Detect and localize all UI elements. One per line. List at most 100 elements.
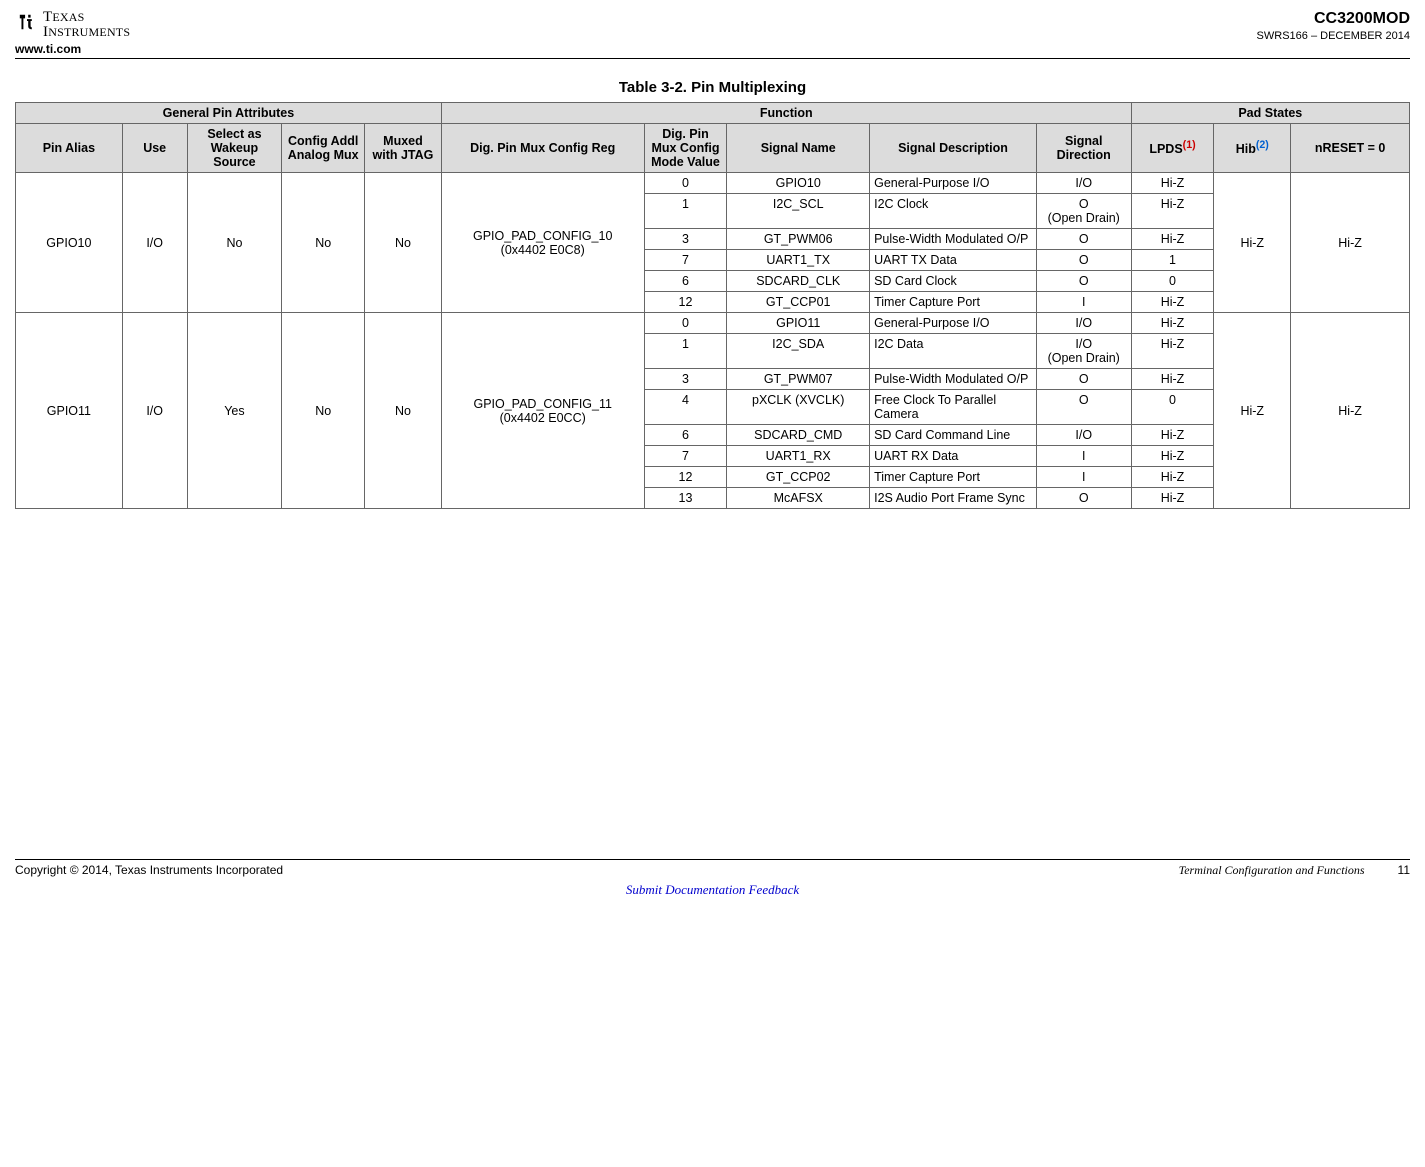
cell-pin-alias: GPIO11 [16,313,123,509]
cell-signal-desc: SD Card Clock [870,271,1037,292]
cell-signal-name: GT_CCP02 [727,467,870,488]
cell-mode-value: 0 [644,313,727,334]
col-config-addl: Config Addl Analog Mux [282,124,365,173]
table-title: Table 3-2. Pin Multiplexing [15,79,1410,96]
cell-lpds: Hi-Z [1131,334,1214,369]
header-group-function: Function [441,103,1131,124]
cell-signal-dir: I/O [1036,425,1131,446]
header-group-padstates: Pad States [1131,103,1409,124]
cell-signal-dir: O [1036,271,1131,292]
cell-lpds: Hi-Z [1131,369,1214,390]
cell-lpds: 1 [1131,250,1214,271]
col-wakeup: Select as Wakeup Source [187,124,282,173]
col-signal-dir: Signal Direction [1036,124,1131,173]
cell-signal-desc: I2C Clock [870,194,1037,229]
cell-config-reg: GPIO_PAD_CONFIG_11(0x4402 E0CC) [441,313,644,509]
header-group-general: General Pin Attributes [16,103,442,124]
cell-mode-value: 7 [644,250,727,271]
cell-muxed-jtag: No [365,313,442,509]
cell-lpds: 0 [1131,390,1214,425]
cell-signal-desc: Timer Capture Port [870,292,1037,313]
pin-mux-table: General Pin Attributes Function Pad Stat… [15,102,1410,509]
cell-signal-dir: O [1036,488,1131,509]
cell-signal-dir: O [1036,390,1131,425]
cell-signal-desc: Pulse-Width Modulated O/P [870,369,1037,390]
cell-signal-desc: I2C Data [870,334,1037,369]
cell-signal-name: SDCARD_CMD [727,425,870,446]
cell-lpds: Hi-Z [1131,313,1214,334]
col-lpds: LPDS(1) [1131,124,1214,173]
cell-signal-desc: I2S Audio Port Frame Sync [870,488,1037,509]
cell-signal-name: UART1_TX [727,250,870,271]
cell-signal-name: McAFSX [727,488,870,509]
cell-wakeup: No [187,173,282,313]
feedback-link[interactable]: Submit Documentation Feedback [15,882,1410,898]
page-header: TEXAS INSTRUMENTS www.ti.com CC3200MOD S… [15,10,1410,59]
part-info: CC3200MOD SWRS166 – DECEMBER 2014 [1257,10,1410,42]
ti-logo-block: TEXAS INSTRUMENTS www.ti.com [15,10,130,56]
cell-signal-name: pXCLK (XVCLK) [727,390,870,425]
footer-page-number: 11 [1398,863,1410,877]
cell-signal-name: I2C_SDA [727,334,870,369]
cell-use: I/O [122,173,187,313]
cell-mode-value: 1 [644,334,727,369]
cell-signal-dir: O [1036,250,1131,271]
cell-lpds: Hi-Z [1131,292,1214,313]
cell-signal-dir: I [1036,446,1131,467]
cell-signal-name: GPIO10 [727,173,870,194]
cell-lpds: Hi-Z [1131,488,1214,509]
col-config-reg: Dig. Pin Mux Config Reg [441,124,644,173]
cell-signal-desc: Free Clock To Parallel Camera [870,390,1037,425]
cell-signal-dir: O [1036,369,1131,390]
cell-hib: Hi-Z [1214,173,1291,313]
cell-nreset: Hi-Z [1291,173,1410,313]
cell-signal-dir: I [1036,467,1131,488]
cell-signal-dir: I [1036,292,1131,313]
cell-mode-value: 12 [644,467,727,488]
cell-wakeup: Yes [187,313,282,509]
cell-signal-desc: General-Purpose I/O [870,173,1037,194]
col-hib: Hib(2) [1214,124,1291,173]
cell-nreset: Hi-Z [1291,313,1410,509]
cell-muxed-jtag: No [365,173,442,313]
cell-lpds: Hi-Z [1131,229,1214,250]
cell-signal-name: GPIO11 [727,313,870,334]
footer-copyright: Copyright © 2014, Texas Instruments Inco… [15,863,283,878]
cell-mode-value: 12 [644,292,727,313]
cell-signal-name: GT_PWM07 [727,369,870,390]
footer-section: Terminal Configuration and Functions [1179,863,1365,877]
cell-signal-desc: SD Card Command Line [870,425,1037,446]
cell-signal-name: SDCARD_CLK [727,271,870,292]
cell-signal-desc: UART TX Data [870,250,1037,271]
cell-use: I/O [122,313,187,509]
cell-pin-alias: GPIO10 [16,173,123,313]
cell-signal-desc: Timer Capture Port [870,467,1037,488]
cell-mode-value: 6 [644,271,727,292]
ti-logo-text: TEXAS INSTRUMENTS [43,10,130,40]
cell-mode-value: 7 [644,446,727,467]
cell-signal-name: GT_PWM06 [727,229,870,250]
cell-lpds: Hi-Z [1131,194,1214,229]
cell-signal-name: I2C_SCL [727,194,870,229]
cell-config-addl: No [282,173,365,313]
table-row: GPIO10I/ONoNoNoGPIO_PAD_CONFIG_10(0x4402… [16,173,1410,194]
cell-mode-value: 13 [644,488,727,509]
cell-signal-desc: UART RX Data [870,446,1037,467]
cell-signal-dir: I/O [1036,313,1131,334]
ti-url[interactable]: www.ti.com [15,42,130,56]
col-use: Use [122,124,187,173]
cell-signal-dir: O(Open Drain) [1036,194,1131,229]
cell-lpds: Hi-Z [1131,173,1214,194]
cell-lpds: Hi-Z [1131,446,1214,467]
col-signal-name: Signal Name [727,124,870,173]
col-signal-desc: Signal Description [870,124,1037,173]
col-mode-value: Dig. Pin Mux Config Mode Value [644,124,727,173]
part-number: CC3200MOD [1257,10,1410,28]
page-footer: Copyright © 2014, Texas Instruments Inco… [15,859,1410,878]
cell-mode-value: 6 [644,425,727,446]
table-row: GPIO11I/OYesNoNoGPIO_PAD_CONFIG_11(0x440… [16,313,1410,334]
ti-logo-icon [15,10,39,34]
col-muxed-jtag: Muxed with JTAG [365,124,442,173]
col-nreset: nRESET = 0 [1291,124,1410,173]
cell-mode-value: 1 [644,194,727,229]
